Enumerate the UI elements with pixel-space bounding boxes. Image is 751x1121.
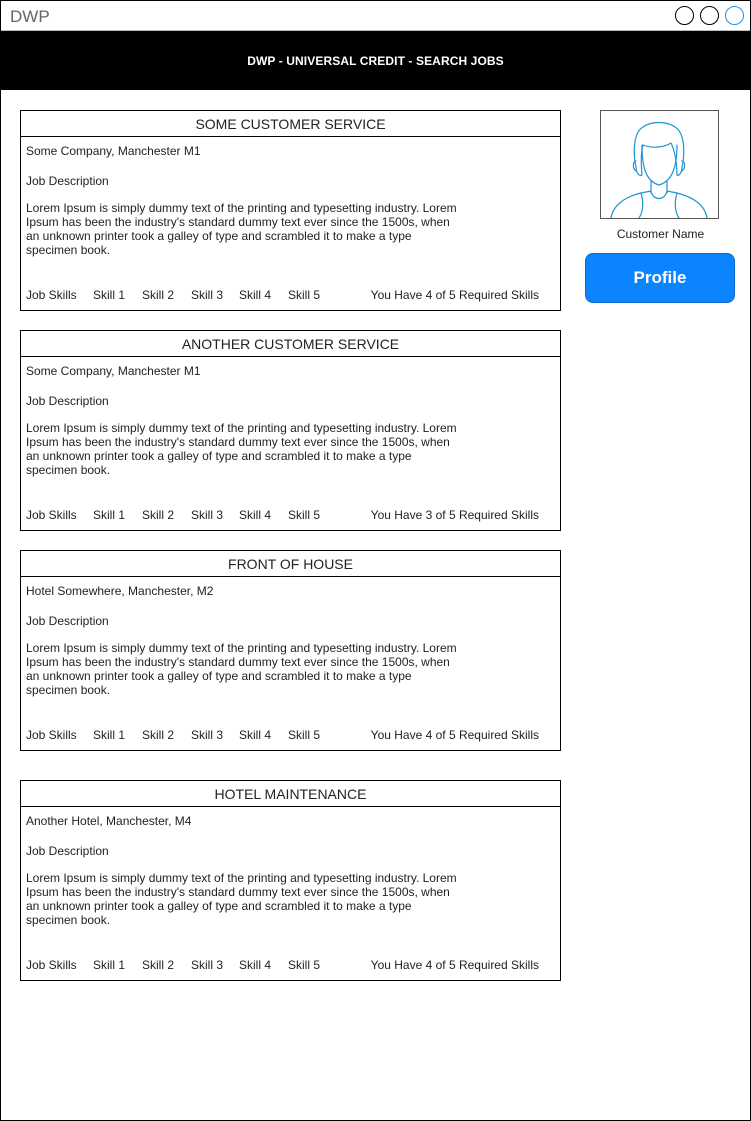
required-skills-status: You Have 4 of 5 Required Skills: [370, 728, 539, 742]
required-skills-status: You Have 4 of 5 Required Skills: [370, 288, 539, 302]
job-description-label: Job Description: [26, 174, 109, 188]
job-skills-label: Job Skills: [26, 728, 77, 742]
job-card[interactable]: ANOTHER CUSTOMER SERVICE Some Company, M…: [20, 330, 561, 531]
skill-4: Skill 4: [239, 958, 272, 972]
window-button-2[interactable]: [700, 6, 719, 25]
job-company: Some Company, Manchester M1: [26, 144, 201, 158]
person-icon: [610, 121, 708, 218]
profile-button[interactable]: Profile: [585, 253, 735, 303]
skill-4: Skill 4: [239, 728, 272, 742]
skill-1: Skill 1: [93, 508, 126, 522]
required-skills-status: You Have 3 of 5 Required Skills: [370, 508, 539, 522]
job-title[interactable]: FRONT OF HOUSE: [21, 551, 560, 577]
app-title: DWP: [10, 7, 50, 26]
job-description-label: Job Description: [26, 394, 109, 408]
skill-3: Skill 3: [191, 288, 224, 302]
skill-1: Skill 1: [93, 958, 126, 972]
skill-3: Skill 3: [191, 508, 224, 522]
job-card[interactable]: FRONT OF HOUSE Hotel Somewhere, Manchest…: [20, 550, 561, 751]
skill-2: Skill 2: [142, 728, 175, 742]
skill-2: Skill 2: [142, 288, 175, 302]
skill-3: Skill 3: [191, 728, 224, 742]
job-skills-label: Job Skills: [26, 508, 77, 522]
customer-name: Customer Name: [616, 227, 705, 241]
skill-1: Skill 1: [93, 288, 126, 302]
window-button-3[interactable]: [725, 6, 744, 25]
skill-2: Skill 2: [142, 958, 175, 972]
job-title[interactable]: SOME CUSTOMER SERVICE: [21, 111, 560, 137]
job-skills-label: Job Skills: [26, 958, 77, 972]
job-description-label: Job Description: [26, 844, 109, 858]
job-description: Lorem Ipsum is simply dummy text of the …: [26, 641, 457, 697]
skill-5: Skill 5: [288, 728, 321, 742]
skill-5: Skill 5: [288, 958, 321, 972]
job-company: Another Hotel, Manchester, M4: [26, 814, 192, 828]
job-description: Lorem Ipsum is simply dummy text of the …: [26, 871, 457, 927]
job-description: Lorem Ipsum is simply dummy text of the …: [26, 201, 457, 257]
window-button-1[interactable]: [675, 6, 694, 25]
job-card[interactable]: HOTEL MAINTENANCE Another Hotel, Manches…: [20, 780, 561, 981]
job-company: Hotel Somewhere, Manchester, M2: [26, 584, 214, 598]
job-card[interactable]: SOME CUSTOMER SERVICE Some Company, Manc…: [20, 110, 561, 311]
page-header: DWP - UNIVERSAL CREDIT - SEARCH JOBS: [1, 31, 750, 90]
skill-5: Skill 5: [288, 508, 321, 522]
required-skills-status: You Have 4 of 5 Required Skills: [370, 958, 539, 972]
page-title: DWP - UNIVERSAL CREDIT - SEARCH JOBS: [247, 54, 504, 68]
skill-5: Skill 5: [288, 288, 321, 302]
job-company: Some Company, Manchester M1: [26, 364, 201, 378]
skill-3: Skill 3: [191, 958, 224, 972]
window-titlebar: DWP: [1, 1, 750, 31]
skill-4: Skill 4: [239, 508, 272, 522]
skill-2: Skill 2: [142, 508, 175, 522]
job-title[interactable]: HOTEL MAINTENANCE: [21, 781, 560, 807]
job-description: Lorem Ipsum is simply dummy text of the …: [26, 421, 457, 477]
avatar: [600, 110, 719, 219]
job-title[interactable]: ANOTHER CUSTOMER SERVICE: [21, 331, 560, 357]
skill-4: Skill 4: [239, 288, 272, 302]
skill-1: Skill 1: [93, 728, 126, 742]
job-skills-label: Job Skills: [26, 288, 77, 302]
job-description-label: Job Description: [26, 614, 109, 628]
